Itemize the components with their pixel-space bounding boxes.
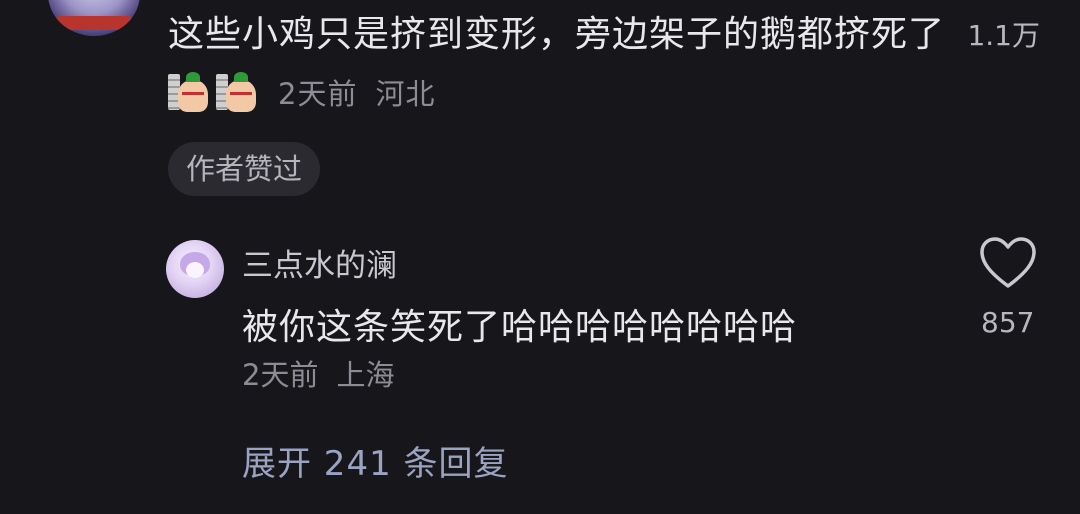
comment-body[interactable]: 这些小鸡只是挤到变形，旁边架子的鹅都挤死了 2天前 河北 bbox=[168, 6, 968, 123]
heart-outline-icon[interactable] bbox=[979, 236, 1037, 290]
reply-text[interactable]: 被你这条笑死了哈哈哈哈哈哈哈哈 bbox=[242, 298, 797, 350]
avatar-banner bbox=[56, 16, 132, 30]
comment-text: 这些小鸡只是挤到变形，旁边架子的鹅都挤死了 bbox=[168, 14, 946, 55]
avatar-face bbox=[186, 262, 204, 278]
reply-username[interactable]: 三点水的澜 bbox=[242, 240, 397, 285]
commenter-avatar[interactable] bbox=[48, 0, 140, 36]
author-liked-badge: 作者赞过 bbox=[168, 142, 321, 196]
comment-like-count[interactable]: 1.1万 bbox=[967, 14, 1040, 54]
reply-like-count: 857 bbox=[981, 306, 1035, 339]
reply-avatar[interactable] bbox=[166, 240, 224, 298]
expand-replies-button[interactable]: 展开 241 条回复 bbox=[242, 436, 509, 485]
reply-time: 2天前 bbox=[242, 358, 319, 392]
reply-meta: 2天前 上海 bbox=[242, 352, 394, 394]
wall-peek-emoji-icon bbox=[168, 72, 210, 112]
comment-time: 2天前 bbox=[278, 77, 358, 111]
comment-meta: 2天前 河北 bbox=[278, 77, 435, 111]
wall-peek-emoji-icon bbox=[216, 72, 258, 112]
reply-location: 上海 bbox=[336, 358, 395, 392]
comment-location: 河北 bbox=[375, 77, 436, 111]
